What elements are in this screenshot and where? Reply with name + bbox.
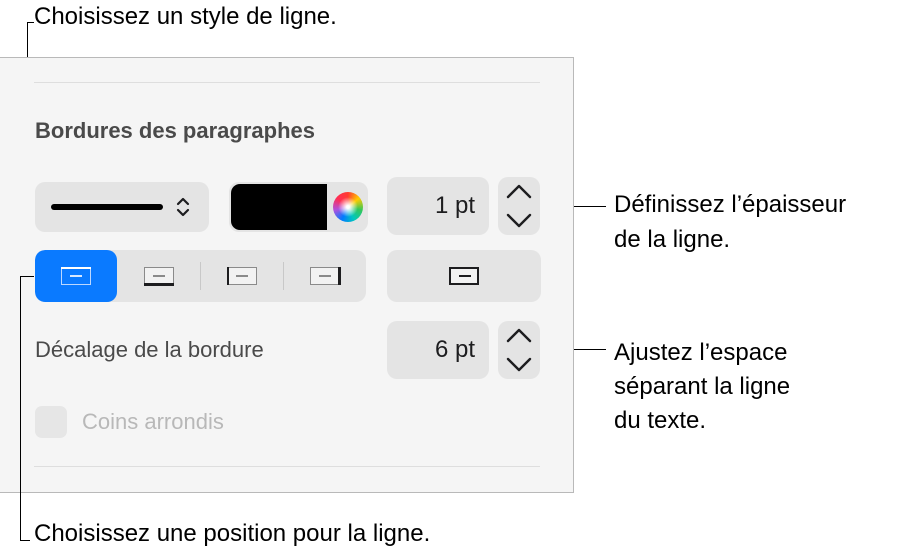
leader-position-start	[20, 276, 34, 277]
callout-thickness-1: Définissez l’épaisseur	[614, 191, 847, 218]
callout-offset-2: séparant la ligne	[614, 373, 791, 400]
position-top-button[interactable]	[35, 250, 117, 302]
thickness-stepper[interactable]	[498, 177, 540, 235]
callout-position: Choisissez une position pour la ligne.	[34, 520, 431, 547]
leader-line-style-tick	[27, 22, 34, 23]
line-style-sample	[51, 204, 163, 210]
border-position-control	[35, 250, 366, 302]
border-right-icon	[310, 266, 341, 285]
position-left-button[interactable]	[201, 250, 283, 302]
leader-position-end	[20, 540, 30, 541]
rounded-corners-label: Coins arrondis	[82, 409, 224, 434]
divider-top	[34, 82, 540, 83]
position-right-button[interactable]	[284, 250, 366, 302]
offset-label: Décalage de la bordure	[35, 337, 264, 362]
callout-offset-3: du texte.	[614, 407, 707, 434]
offset-field[interactable]: 6 pt	[387, 321, 489, 379]
divider-bottom	[34, 466, 540, 467]
chevron-updown-icon	[176, 197, 190, 217]
callout-offset-1: Ajustez l’espace	[614, 339, 788, 366]
position-bottom-button[interactable]	[118, 250, 200, 302]
offset-stepper[interactable]	[498, 321, 540, 379]
full-border-button[interactable]	[387, 250, 541, 302]
color-wheel-icon[interactable]	[333, 192, 363, 222]
stepper-icon[interactable]	[498, 177, 540, 235]
line-style-popup[interactable]	[35, 182, 209, 232]
rounded-corners-checkbox[interactable]	[35, 406, 67, 438]
color-swatch[interactable]	[231, 184, 327, 230]
stepper-icon[interactable]	[498, 321, 540, 379]
leader-position	[20, 276, 21, 541]
border-left-icon	[226, 266, 257, 285]
border-top-icon	[60, 266, 91, 285]
full-border-icon	[449, 267, 479, 285]
callout-thickness-2: de la ligne.	[614, 226, 731, 253]
callout-line-style: Choisissez un style de ligne.	[34, 3, 337, 30]
border-bottom-icon	[143, 267, 174, 286]
section-title: Bordures des paragraphes	[35, 118, 315, 143]
thickness-field[interactable]: 1 pt	[387, 177, 489, 235]
border-color-well[interactable]	[229, 182, 368, 232]
